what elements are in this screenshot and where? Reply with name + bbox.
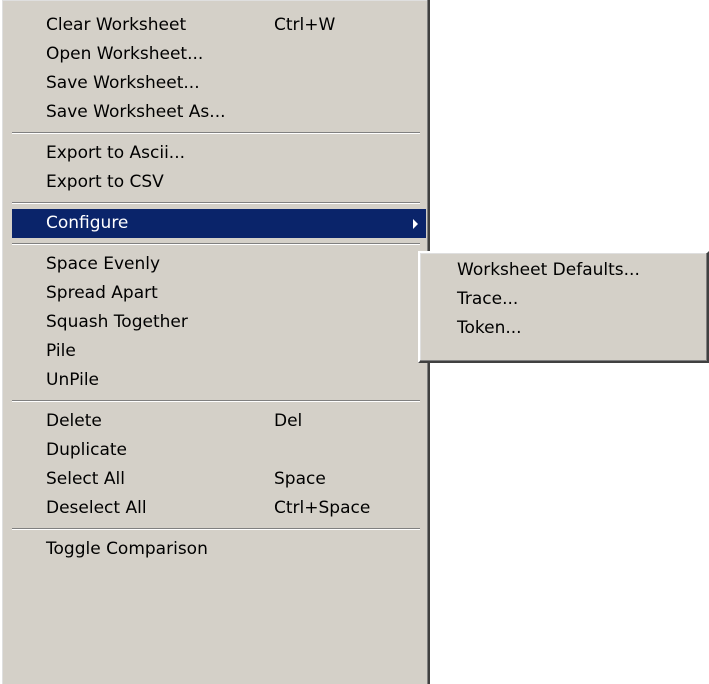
menu-item-label: Delete xyxy=(46,411,102,431)
menu-item-unpile[interactable]: UnPile xyxy=(12,366,426,395)
menu-item-toggle-comparison[interactable]: Toggle Comparison xyxy=(12,535,426,564)
menu-item-label: Squash Together xyxy=(46,312,188,332)
menu-item-label: Configure xyxy=(46,213,129,233)
menu-item-deselect-all[interactable]: Deselect All Ctrl+Space xyxy=(12,494,426,523)
configure-submenu: Worksheet Defaults... Trace... Token... xyxy=(418,251,709,363)
menu-item-configure[interactable]: Configure xyxy=(12,209,426,238)
menu-item-shortcut: Ctrl+W xyxy=(274,15,336,35)
menu-item-export-to-ascii[interactable]: Export to Ascii... xyxy=(12,139,426,168)
submenu-item-label: Worksheet Defaults... xyxy=(457,260,640,280)
menu-item-space-evenly[interactable]: Space Evenly xyxy=(12,250,426,279)
menu-item-label: Duplicate xyxy=(46,440,127,460)
menu-item-clear-worksheet[interactable]: Clear Worksheet Ctrl+W xyxy=(12,11,426,40)
menu-item-label: Export to Ascii... xyxy=(46,143,186,163)
menu-item-open-worksheet[interactable]: Open Worksheet... xyxy=(12,40,426,69)
screen: Clear Worksheet Ctrl+W Open Worksheet... Sa… xyxy=(0,0,709,684)
menu-separator xyxy=(12,523,426,535)
menu-item-label: Open Worksheet... xyxy=(46,44,204,64)
menu-separator xyxy=(12,395,426,407)
menu-item-squash-together[interactable]: Squash Together xyxy=(12,308,426,337)
menu-item-label: Pile xyxy=(46,341,76,361)
menu-item-label: Space Evenly xyxy=(46,254,161,274)
menu-item-select-all[interactable]: Select All Space xyxy=(12,465,426,494)
submenu-item-trace[interactable]: Trace... xyxy=(422,285,705,314)
menu-item-pile[interactable]: Pile xyxy=(12,337,426,366)
menu-item-label: Select All xyxy=(46,469,125,489)
menu-item-label: Save Worksheet As... xyxy=(46,102,226,122)
menu-separator xyxy=(12,197,426,209)
menu-item-label: Spread Apart xyxy=(46,283,158,303)
menu-item-label: Clear Worksheet xyxy=(46,15,187,35)
menu-item-shortcut: Space xyxy=(274,469,326,489)
menu-item-export-to-csv[interactable]: Export to CSV xyxy=(12,168,426,197)
menu-item-label: UnPile xyxy=(46,370,100,390)
submenu-item-label: Token... xyxy=(457,318,522,338)
menu-item-delete[interactable]: Delete Del xyxy=(12,407,426,436)
submenu-item-worksheet-defaults[interactable]: Worksheet Defaults... xyxy=(422,256,705,285)
submenu-item-label: Trace... xyxy=(457,289,519,309)
submenu-arrow-icon xyxy=(413,219,418,229)
menu-item-save-worksheet[interactable]: Save Worksheet... xyxy=(12,69,426,98)
menu-separator xyxy=(12,238,426,250)
submenu-item-token[interactable]: Token... xyxy=(422,314,705,343)
menu-item-duplicate[interactable]: Duplicate xyxy=(12,436,426,465)
menu-item-shortcut: Del xyxy=(274,411,303,431)
menu-item-label: Save Worksheet... xyxy=(46,73,200,93)
menu-item-label: Deselect All xyxy=(46,498,147,518)
menu-item-label: Toggle Comparison xyxy=(46,539,208,559)
menu-separator xyxy=(12,127,426,139)
menu-item-save-worksheet-as[interactable]: Save Worksheet As... xyxy=(12,98,426,127)
menu-item-shortcut: Ctrl+Space xyxy=(274,498,371,518)
context-menu: Clear Worksheet Ctrl+W Open Worksheet... Sa… xyxy=(0,0,430,684)
menu-item-spread-apart[interactable]: Spread Apart xyxy=(12,279,426,308)
menu-item-label: Export to CSV xyxy=(46,172,164,192)
